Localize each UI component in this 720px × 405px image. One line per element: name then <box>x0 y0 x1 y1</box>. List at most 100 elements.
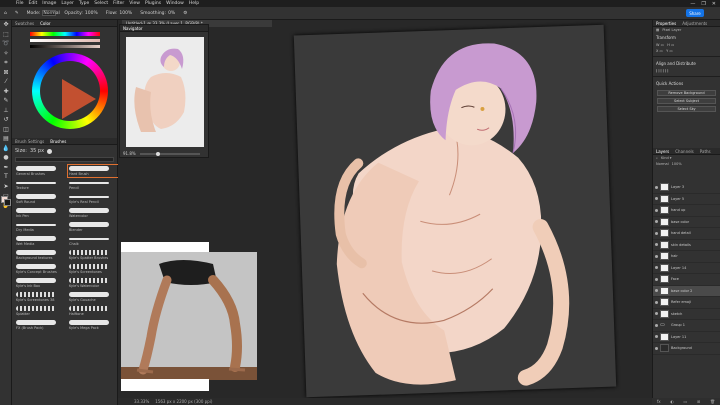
tab-adjustments[interactable]: Adjustments <box>682 21 707 26</box>
flow-value[interactable]: 100% <box>119 11 132 16</box>
eye-icon[interactable] <box>655 266 658 270</box>
brush-preset[interactable]: Kyle's Concept Brushes <box>15 263 65 275</box>
eye-icon[interactable] <box>655 243 658 247</box>
brush-preset[interactable]: Kyle's Real Pencil <box>68 193 118 205</box>
brush-preset[interactable]: Kyle's Ink Box <box>15 277 65 289</box>
brush-preset[interactable]: Hard Brush <box>67 164 119 178</box>
mode-control[interactable]: Mode: Normal <box>27 10 60 16</box>
menu-edit[interactable]: Edit <box>29 1 38 6</box>
layer-row[interactable]: Background <box>653 343 720 355</box>
blur-tool-icon[interactable]: 💧 <box>0 144 12 154</box>
clone-stamp-tool-icon[interactable]: ⊥ <box>0 106 12 116</box>
eyedropper-tool-icon[interactable]: ⁄ <box>0 77 12 87</box>
brush-preset[interactable]: Blender <box>68 221 118 233</box>
lasso-tool-icon[interactable]: ➰ <box>0 39 12 49</box>
brush-preset[interactable]: Kyle's Watercolor <box>68 277 118 289</box>
brush-preset[interactable]: Kyle's Screentones <box>68 263 118 275</box>
tab-layers[interactable]: Layers <box>656 149 669 154</box>
background-color[interactable] <box>4 199 11 206</box>
marquee-tool-icon[interactable]: ⬚ <box>0 30 12 40</box>
brush-preset[interactable]: Background textures <box>15 249 65 261</box>
brush-preset[interactable]: Watercolor <box>68 207 118 219</box>
menu-window[interactable]: Window <box>166 1 184 6</box>
pen-tool-icon[interactable]: ✒ <box>0 163 12 173</box>
layer-row[interactable]: base color <box>653 217 720 228</box>
brush-preset[interactable]: Soft Round <box>15 193 65 205</box>
type-tool-icon[interactable]: T <box>0 172 12 182</box>
move-tool-icon[interactable]: ✥ <box>0 20 12 30</box>
tab-paths[interactable]: Paths <box>700 149 711 154</box>
brush-preset[interactable]: Pencil <box>68 179 118 191</box>
frame-tool-icon[interactable]: ⊠ <box>0 68 12 78</box>
layer-row[interactable]: hand up <box>653 205 720 217</box>
tab-swatches[interactable]: Swatches <box>15 21 34 26</box>
new-group-icon[interactable]: ▭ <box>684 399 688 404</box>
eraser-tool-icon[interactable]: ◫ <box>0 125 12 135</box>
menu-type[interactable]: Type <box>79 1 89 6</box>
transform-fields-xy[interactable]: X ▭ Y ▭ <box>653 48 720 54</box>
brush-preset[interactable]: Kyle's Gouache <box>68 291 118 303</box>
opacity-value[interactable]: 100% <box>85 11 98 16</box>
reference-photo[interactable] <box>121 252 257 380</box>
menu-filter[interactable]: Filter <box>113 1 124 6</box>
tab-brushes[interactable]: Brushes <box>50 139 66 144</box>
mode-select[interactable]: Normal <box>42 10 60 16</box>
navigator-preview[interactable] <box>126 37 204 147</box>
eye-icon[interactable] <box>655 197 658 201</box>
navigator-zoom-value[interactable]: 91.8% <box>123 151 136 156</box>
layer-row[interactable]: Layer 3 <box>653 182 720 194</box>
layer-row[interactable]: Layer 11 <box>653 332 720 343</box>
trash-icon[interactable]: 🗑 <box>710 399 715 404</box>
filter-icon[interactable]: ⌕ <box>656 156 658 160</box>
eye-icon[interactable] <box>655 312 658 316</box>
layer-row[interactable]: base color 2 <box>653 285 720 297</box>
tab-navigator[interactable]: Navigator <box>123 26 143 31</box>
smoothing-value[interactable]: 0% <box>168 11 175 16</box>
eye-icon[interactable] <box>655 185 658 189</box>
navigator-zoom-handle[interactable] <box>156 152 160 156</box>
minimize-icon[interactable]: — <box>690 1 695 7</box>
layer-kind-select[interactable]: Kind ▾ <box>661 156 672 160</box>
smoothing-control[interactable]: Smoothing: 0% <box>140 11 175 16</box>
eye-icon[interactable] <box>655 208 658 212</box>
brush-preset[interactable]: Ink Pen <box>15 207 65 219</box>
canvas[interactable] <box>293 24 617 398</box>
brush-tip-preview[interactable] <box>47 148 53 154</box>
brush-preset[interactable]: Kyle's Spatter Brushes <box>68 249 118 261</box>
eye-icon[interactable] <box>655 254 658 258</box>
eye-icon[interactable] <box>655 220 658 224</box>
layer-row[interactable]: hair <box>653 251 720 263</box>
remove-background-button[interactable]: Remove Background <box>657 90 716 96</box>
layer-row[interactable]: sketch <box>653 309 720 320</box>
gear-icon[interactable]: ⚙ <box>183 11 187 16</box>
tab-channels[interactable]: Channels <box>675 149 694 154</box>
tab-properties[interactable]: Properties <box>656 21 676 26</box>
blend-mode-select[interactable]: Normal <box>656 162 669 166</box>
mask-icon[interactable]: ◐ <box>670 399 674 404</box>
close-icon[interactable]: ✕ <box>712 1 716 7</box>
layer-row[interactable]: hand detail <box>653 228 720 240</box>
select-sky-button[interactable]: Select Sky <box>657 106 716 112</box>
brush-preset[interactable]: Halftone <box>68 305 118 317</box>
brush-preset[interactable]: Kyle's Screentones 38 <box>15 291 65 303</box>
color-wheel[interactable] <box>32 53 108 129</box>
eye-icon[interactable] <box>655 289 658 293</box>
color-swatches[interactable] <box>1 196 11 206</box>
menu-view[interactable]: View <box>129 1 140 6</box>
hue-slider[interactable] <box>30 32 100 36</box>
layer-row[interactable]: ▭ Group 1 <box>653 320 720 332</box>
quick-select-tool-icon[interactable]: ✧ <box>0 49 12 59</box>
eye-icon[interactable] <box>655 335 658 339</box>
brush-icon[interactable]: ✎ <box>15 11 19 16</box>
home-icon[interactable]: ⌂ <box>4 11 7 16</box>
share-button[interactable]: Share <box>686 9 704 17</box>
select-subject-button[interactable]: Select Subject <box>657 98 716 104</box>
brush-preset[interactable]: Texture <box>15 179 65 191</box>
layer-row[interactable]: Face <box>653 274 720 286</box>
menu-file[interactable]: File <box>16 1 24 6</box>
gradient-tool-icon[interactable]: ▤ <box>0 134 12 144</box>
eye-icon[interactable] <box>655 323 658 327</box>
brush-preset[interactable]: Dry Media <box>15 221 65 233</box>
brush-tool-icon[interactable]: ✎ <box>0 96 12 106</box>
menu-help[interactable]: Help <box>189 1 199 6</box>
